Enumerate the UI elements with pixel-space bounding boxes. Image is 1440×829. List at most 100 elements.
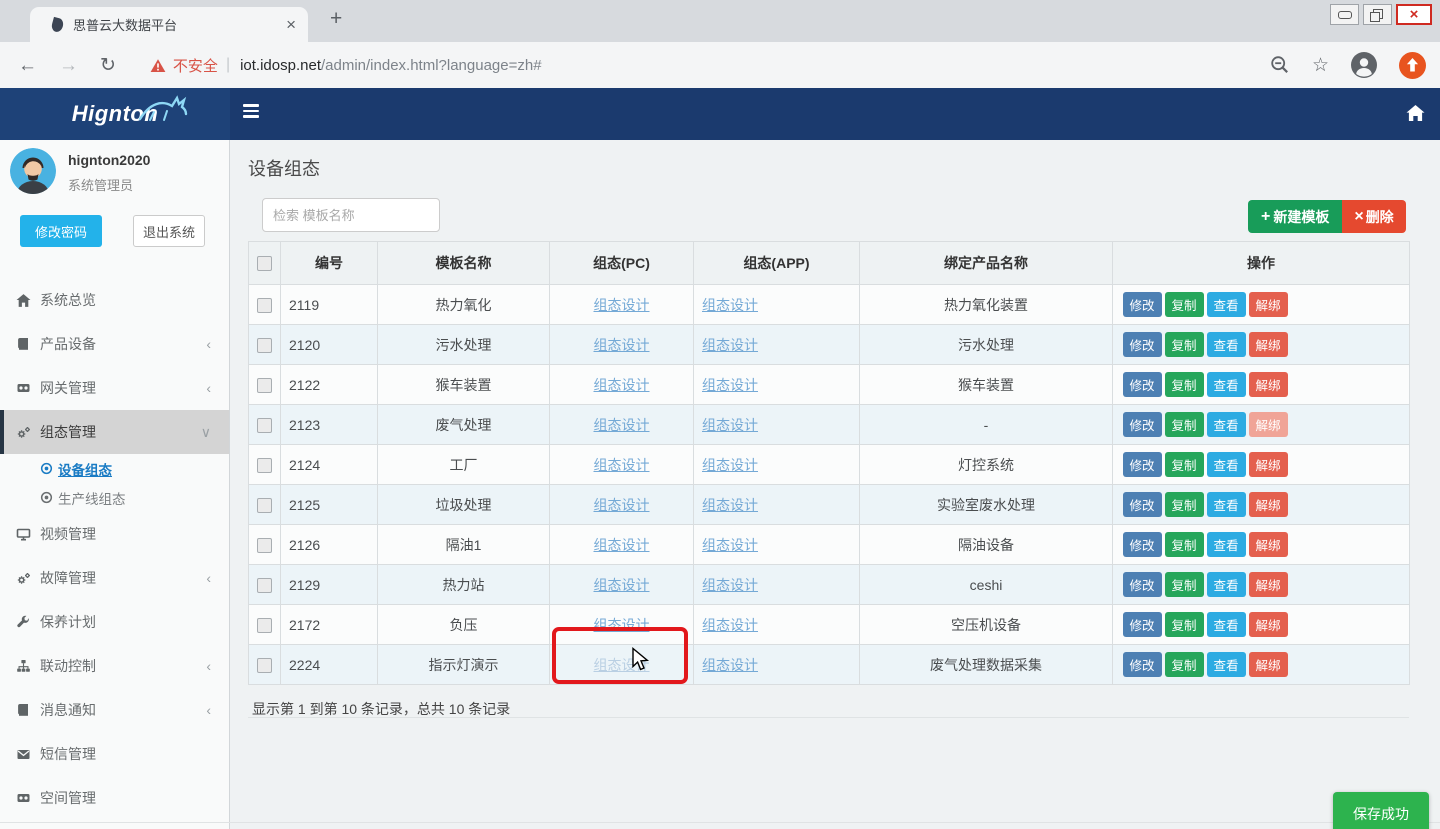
row-checkbox[interactable] — [257, 658, 272, 673]
browser-update-icon[interactable] — [1399, 52, 1426, 79]
unbind-button[interactable]: 解绑 — [1249, 372, 1288, 397]
view-button[interactable]: 查看 — [1207, 332, 1246, 357]
new-template-button[interactable]: +新建模板 — [1248, 200, 1342, 233]
edit-button[interactable]: 修改 — [1123, 532, 1162, 557]
app-design-link[interactable]: 组态设计 — [702, 377, 758, 393]
new-tab-button[interactable]: + — [330, 8, 342, 29]
view-button[interactable]: 查看 — [1207, 492, 1246, 517]
copy-button[interactable]: 复制 — [1165, 492, 1204, 517]
url-path[interactable]: /admin/index.html?language=zh# — [321, 57, 542, 74]
app-design-link[interactable]: 组态设计 — [702, 417, 758, 433]
pc-design-link[interactable]: 组态设计 — [594, 577, 650, 593]
copy-button[interactable]: 复制 — [1165, 412, 1204, 437]
view-button[interactable]: 查看 — [1207, 452, 1246, 477]
unbind-button[interactable]: 解绑 — [1249, 532, 1288, 557]
app-design-link[interactable]: 组态设计 — [702, 457, 758, 473]
pc-design-link[interactable]: 组态设计 — [594, 617, 650, 633]
sidebar-subitem-3-1[interactable]: 生产线组态 — [0, 483, 229, 512]
pc-design-link[interactable]: 组态设计 — [594, 457, 650, 473]
view-button[interactable]: 查看 — [1207, 372, 1246, 397]
app-design-link[interactable]: 组态设计 — [702, 577, 758, 593]
row-checkbox[interactable] — [257, 418, 272, 433]
row-checkbox[interactable] — [257, 458, 272, 473]
url-host[interactable]: iot.idosp.net — [240, 57, 321, 74]
pc-design-link[interactable]: 组态设计 — [594, 497, 650, 513]
sidebar-item-10[interactable]: 空间管理 — [0, 776, 229, 820]
copy-button[interactable]: 复制 — [1165, 652, 1204, 677]
row-checkbox[interactable] — [257, 578, 272, 593]
edit-button[interactable]: 修改 — [1123, 652, 1162, 677]
change-password-button[interactable]: 修改密码 — [20, 215, 102, 247]
app-design-link[interactable]: 组态设计 — [702, 297, 758, 313]
sidebar-item-7[interactable]: 联动控制‹ — [0, 644, 229, 688]
home-icon[interactable] — [1406, 104, 1425, 122]
window-restore-button[interactable] — [1363, 4, 1392, 25]
menu-toggle-hamburger-icon[interactable] — [243, 104, 259, 121]
back-icon[interactable]: ← — [18, 56, 37, 75]
unbind-button[interactable]: 解绑 — [1249, 652, 1288, 677]
select-all-checkbox[interactable] — [257, 256, 272, 271]
unbind-button[interactable]: 解绑 — [1249, 292, 1288, 317]
tab-close-icon[interactable]: × — [286, 16, 296, 33]
sidebar-item-4[interactable]: 视频管理 — [0, 512, 229, 556]
sidebar-item-3[interactable]: 组态管理∨ — [0, 410, 229, 454]
app-design-link[interactable]: 组态设计 — [702, 497, 758, 513]
search-input[interactable] — [262, 198, 440, 232]
edit-button[interactable]: 修改 — [1123, 292, 1162, 317]
sidebar-item-0[interactable]: 系统总览 — [0, 278, 229, 322]
view-button[interactable]: 查看 — [1207, 412, 1246, 437]
sidebar-item-8[interactable]: 消息通知‹ — [0, 688, 229, 732]
sidebar-item-1[interactable]: 产品设备‹ — [0, 322, 229, 366]
security-status[interactable]: 不安全 — [150, 55, 218, 76]
view-button[interactable]: 查看 — [1207, 292, 1246, 317]
window-close-button[interactable]: × — [1396, 4, 1432, 25]
copy-button[interactable]: 复制 — [1165, 572, 1204, 597]
row-checkbox[interactable] — [257, 618, 272, 633]
row-checkbox[interactable] — [257, 378, 272, 393]
row-checkbox[interactable] — [257, 298, 272, 313]
copy-button[interactable]: 复制 — [1165, 292, 1204, 317]
unbind-button[interactable]: 解绑 — [1249, 572, 1288, 597]
view-button[interactable]: 查看 — [1207, 612, 1246, 637]
row-checkbox[interactable] — [257, 498, 272, 513]
delete-button[interactable]: ×删除 — [1342, 200, 1405, 233]
pc-design-link[interactable]: 组态设计 — [594, 657, 650, 673]
unbind-button[interactable]: 解绑 — [1249, 332, 1288, 357]
profile-avatar-icon[interactable] — [1351, 52, 1377, 78]
sidebar-item-5[interactable]: 故障管理‹ — [0, 556, 229, 600]
row-checkbox[interactable] — [257, 338, 272, 353]
pc-design-link[interactable]: 组态设计 — [594, 417, 650, 433]
zoom-out-icon[interactable] — [1270, 55, 1290, 75]
unbind-button[interactable]: 解绑 — [1249, 452, 1288, 477]
sidebar-item-2[interactable]: 网关管理‹ — [0, 366, 229, 410]
copy-button[interactable]: 复制 — [1165, 372, 1204, 397]
logout-button[interactable]: 退出系统 — [133, 215, 205, 247]
pc-design-link[interactable]: 组态设计 — [594, 377, 650, 393]
pc-design-link[interactable]: 组态设计 — [594, 537, 650, 553]
unbind-button[interactable]: 解绑 — [1249, 612, 1288, 637]
unbind-button[interactable]: 解绑 — [1249, 412, 1288, 437]
forward-icon[interactable]: → — [59, 56, 78, 75]
edit-button[interactable]: 修改 — [1123, 572, 1162, 597]
view-button[interactable]: 查看 — [1207, 652, 1246, 677]
edit-button[interactable]: 修改 — [1123, 452, 1162, 477]
edit-button[interactable]: 修改 — [1123, 492, 1162, 517]
pc-design-link[interactable]: 组态设计 — [594, 297, 650, 313]
edit-button[interactable]: 修改 — [1123, 612, 1162, 637]
edit-button[interactable]: 修改 — [1123, 332, 1162, 357]
bookmark-star-icon[interactable]: ☆ — [1312, 56, 1329, 75]
sidebar-item-6[interactable]: 保养计划 — [0, 600, 229, 644]
view-button[interactable]: 查看 — [1207, 532, 1246, 557]
row-checkbox[interactable] — [257, 538, 272, 553]
pc-design-link[interactable]: 组态设计 — [594, 337, 650, 353]
view-button[interactable]: 查看 — [1207, 572, 1246, 597]
reload-icon[interactable]: ↻ — [100, 56, 116, 75]
copy-button[interactable]: 复制 — [1165, 332, 1204, 357]
sidebar-item-9[interactable]: 短信管理 — [0, 732, 229, 776]
sidebar-subitem-3-0[interactable]: 设备组态 — [0, 454, 229, 483]
app-design-link[interactable]: 组态设计 — [702, 537, 758, 553]
window-minimize-button[interactable] — [1330, 4, 1359, 25]
edit-button[interactable]: 修改 — [1123, 412, 1162, 437]
copy-button[interactable]: 复制 — [1165, 612, 1204, 637]
app-design-link[interactable]: 组态设计 — [702, 657, 758, 673]
